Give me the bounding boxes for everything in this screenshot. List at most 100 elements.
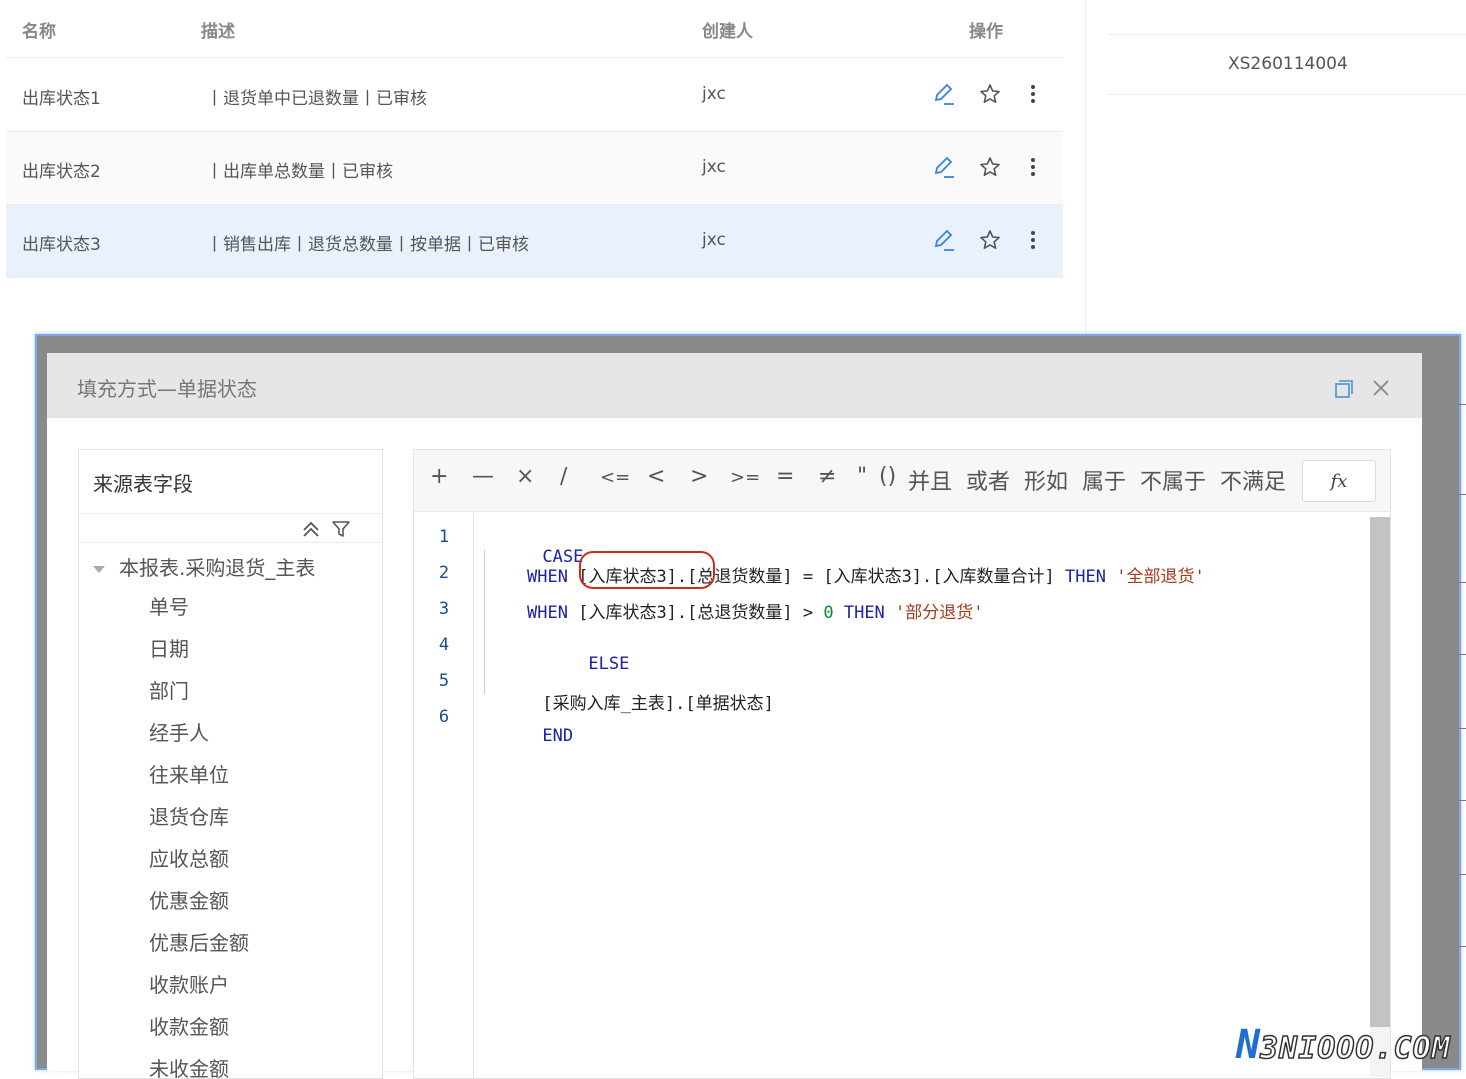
operator-minus-button[interactable]: —	[472, 464, 494, 489]
field-item[interactable]: 单号	[149, 586, 249, 628]
divider	[1459, 946, 1466, 947]
divider	[1459, 800, 1466, 801]
divider	[1459, 728, 1466, 729]
row-desc: 丨出库单总数量丨已审核	[206, 162, 393, 182]
function-button[interactable]: fx	[1302, 460, 1376, 502]
table-row[interactable]: 出库状态3 丨销售出库丨退货总数量丨按单据丨已审核 jxc	[6, 205, 1063, 278]
line-number: 6	[438, 707, 450, 727]
source-field-panel: 来源表字段 本报表.采购退货_主表 单号 日期 部门 经手人 往来单位 退货仓库…	[78, 449, 383, 1079]
operator-divide-button[interactable]: ∕	[560, 464, 567, 489]
field-item[interactable]: 优惠后金额	[149, 922, 249, 964]
field-item[interactable]: 退货仓库	[149, 796, 249, 838]
divider	[1108, 94, 1466, 95]
column-divider	[1085, 0, 1086, 340]
field-item[interactable]: 部门	[149, 670, 249, 712]
more-icon[interactable]	[1020, 227, 1046, 253]
dialog-header: 填充方式—单据状态	[47, 353, 1422, 418]
star-icon[interactable]	[977, 154, 1003, 180]
tree-root-node[interactable]: 本报表.采购退货_主表	[93, 552, 315, 581]
operator-not-button[interactable]: 不满足	[1220, 464, 1286, 496]
watermark-n: N	[1236, 1022, 1261, 1068]
watermark-logo: N3NIOOO.COM	[1236, 1022, 1451, 1068]
code-line-3[interactable]: WHEN [入库状态3].[总退货数量] > 0 THEN '部分退货'	[527, 598, 984, 623]
number-literal: 0	[823, 603, 834, 623]
more-icon[interactable]	[1020, 154, 1046, 180]
header-actions: 操作	[969, 22, 1003, 42]
expression-editor: + — × ∕ <= < > >= = ≠ " () 并且 或者 形如 属于 不…	[413, 449, 1391, 1079]
operator-in-button[interactable]: 属于	[1082, 464, 1126, 496]
keyword-then: THEN	[1065, 567, 1106, 587]
line-number: 5	[438, 671, 450, 691]
document-code: XS260114004	[1228, 54, 1348, 74]
row-desc: 丨退货单中已退数量丨已审核	[206, 89, 427, 109]
operator-lte-button[interactable]: <=	[600, 467, 630, 488]
string-literal: '全部退货'	[1116, 567, 1205, 587]
row-name: 出库状态3	[22, 235, 101, 255]
operator-neq-button[interactable]: ≠	[818, 464, 836, 489]
operator-eq-button[interactable]: =	[776, 464, 794, 489]
edit-icon[interactable]	[931, 81, 957, 107]
row-name: 出库状态1	[22, 89, 101, 109]
keyword-when: WHEN	[527, 567, 568, 587]
operator-gt-button[interactable]: >	[690, 464, 708, 489]
expression-text: [入库状态3].[总退货数量] >	[578, 603, 814, 623]
scrollbar-thumb[interactable]	[1370, 517, 1390, 1027]
filter-icon[interactable]	[331, 519, 351, 539]
line-number: 1	[438, 527, 450, 547]
line-number: 2	[438, 563, 450, 583]
code-line-6[interactable]: END	[481, 706, 573, 766]
field-item[interactable]: 优惠金额	[149, 880, 249, 922]
row-creator: jxc	[702, 230, 726, 250]
star-icon[interactable]	[977, 81, 1003, 107]
operator-paren-button[interactable]: ()	[879, 464, 896, 489]
operator-lt-button[interactable]: <	[647, 464, 665, 489]
operator-or-button[interactable]: 或者	[966, 464, 1010, 496]
operator-like-button[interactable]: 形如	[1024, 464, 1068, 496]
field-toolbar	[79, 513, 382, 543]
field-item[interactable]: 经手人	[149, 712, 249, 754]
table-row[interactable]: 出库状态2 丨出库单总数量丨已审核 jxc	[6, 132, 1063, 205]
collapse-all-icon[interactable]	[301, 519, 321, 539]
more-icon[interactable]	[1020, 81, 1046, 107]
field-item[interactable]: 应收总额	[149, 838, 249, 880]
line-number: 3	[438, 599, 450, 619]
operator-plus-button[interactable]: +	[430, 464, 448, 489]
operator-and-button[interactable]: 并且	[908, 464, 952, 496]
template-list: 名称 描述 创建人 操作 出库状态1 丨退货单中已退数量丨已审核 jxc 出库状…	[6, 0, 1063, 280]
field-panel-title: 来源表字段	[93, 472, 193, 496]
maximize-icon[interactable]	[1335, 380, 1353, 398]
table-row[interactable]: 出库状态1 丨退货单中已退数量丨已审核 jxc	[6, 59, 1063, 132]
divider	[1459, 654, 1466, 655]
list-header: 名称 描述 创建人 操作	[6, 0, 1063, 58]
header-name: 名称	[22, 22, 56, 42]
expression-text: .[总退货数量] = [入库状态3].[入库数量合计]	[676, 567, 1055, 587]
star-icon[interactable]	[977, 227, 1003, 253]
edit-icon[interactable]	[931, 154, 957, 180]
expand-caret-icon[interactable]	[93, 566, 105, 573]
line-number: 4	[438, 635, 450, 655]
operator-multiply-button[interactable]: ×	[516, 464, 534, 489]
row-creator: jxc	[702, 157, 726, 177]
edit-icon[interactable]	[931, 227, 957, 253]
header-creator: 创建人	[702, 22, 753, 42]
operator-gte-button[interactable]: >=	[730, 467, 760, 488]
tree-root-label: 本报表.采购退货_主表	[119, 556, 316, 580]
divider	[1459, 404, 1466, 405]
header-desc: 描述	[201, 22, 235, 42]
field-item[interactable]: 日期	[149, 628, 249, 670]
field-item[interactable]: 往来单位	[149, 754, 249, 796]
expression-text: [采购入库_主表].[单据状态]	[542, 694, 774, 714]
operator-toolbar: + — × ∕ <= < > >= = ≠ " () 并且 或者 形如 属于 不…	[414, 450, 1390, 512]
field-item[interactable]: 收款账户	[149, 964, 249, 1006]
fill-method-dialog: 填充方式—单据状态 来源表字段 本报表.采购退货_主表 单号 日期 部门 经手人…	[47, 353, 1422, 1079]
operator-not-in-button[interactable]: 不属于	[1140, 464, 1206, 496]
keyword-then: THEN	[843, 603, 885, 623]
row-desc: 丨销售出库丨退货总数量丨按单据丨已审核	[206, 235, 529, 255]
dialog-title: 填充方式—单据状态	[77, 377, 257, 401]
divider	[1108, 34, 1466, 35]
operator-quote-button[interactable]: "	[857, 464, 867, 489]
field-item[interactable]: 收款金额	[149, 1006, 249, 1048]
field-item[interactable]: 未收金额	[149, 1048, 249, 1078]
close-icon[interactable]	[1370, 377, 1392, 399]
highlight-annotation	[579, 551, 715, 589]
